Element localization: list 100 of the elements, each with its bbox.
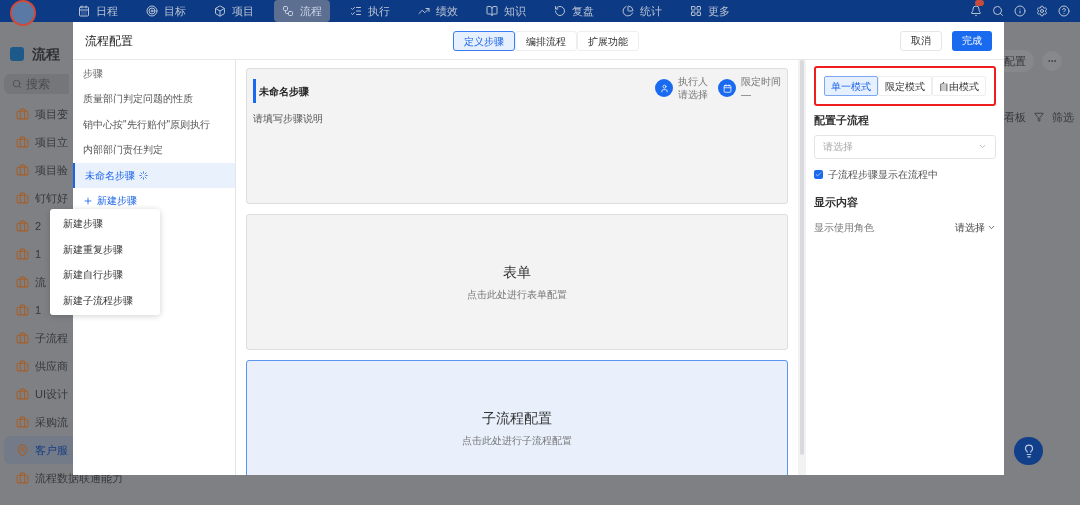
section-title: 子流程配置 bbox=[481, 409, 552, 428]
sidebar-item[interactable]: UI设计 bbox=[4, 380, 70, 408]
sidebar-item[interactable]: 项目立 bbox=[4, 128, 70, 156]
mode-button[interactable]: 单一模式 bbox=[824, 76, 878, 96]
chevron-icon bbox=[987, 223, 996, 232]
briefcase-icon bbox=[16, 387, 29, 401]
search-icon bbox=[12, 79, 22, 89]
chart-icon bbox=[418, 5, 430, 17]
briefcase-icon bbox=[16, 331, 29, 345]
avatar[interactable] bbox=[10, 0, 36, 26]
chevron-icon bbox=[978, 142, 987, 151]
assistant-button[interactable] bbox=[1014, 437, 1043, 465]
tab[interactable]: 扩展功能 bbox=[577, 31, 639, 51]
sidebar-item[interactable]: 2 bbox=[4, 212, 44, 240]
nav-item[interactable]: 更多 bbox=[682, 0, 738, 22]
help-icon[interactable] bbox=[1058, 5, 1070, 17]
pie-chart-icon bbox=[622, 5, 634, 17]
briefcase-icon bbox=[16, 163, 29, 177]
pin-icon bbox=[16, 443, 29, 457]
sidebar-item[interactable]: 项目变 bbox=[4, 100, 70, 128]
checkbox[interactable] bbox=[814, 169, 823, 179]
tab[interactable]: 定义步骤 bbox=[453, 31, 515, 51]
briefcase-icon bbox=[16, 471, 29, 485]
cube-icon bbox=[214, 5, 226, 17]
checkbox-label: 子流程步骤显示在流程中 bbox=[828, 167, 938, 182]
section-title: 表单 bbox=[502, 263, 531, 282]
person-icon bbox=[655, 79, 673, 97]
sidebar-title: 流程 bbox=[32, 44, 60, 64]
sidebar-item[interactable]: 项目验 bbox=[4, 156, 70, 184]
field-label: 执行人 bbox=[678, 75, 708, 88]
info-icon[interactable] bbox=[1014, 5, 1026, 17]
menu-item[interactable]: 新建重复步骤 bbox=[50, 236, 160, 262]
role-label: 显示使用角色 bbox=[814, 221, 874, 235]
briefcase-icon bbox=[16, 359, 29, 373]
plus-icon bbox=[83, 195, 93, 206]
sidebar-item[interactable]: 钉钉好 bbox=[4, 184, 70, 212]
menu-item[interactable]: 新建自行步骤 bbox=[50, 262, 160, 288]
sidebar-item[interactable]: 供应商 bbox=[4, 352, 70, 380]
config-button[interactable]: 配置 bbox=[1004, 50, 1034, 72]
nav-item[interactable]: 项目 bbox=[206, 0, 262, 22]
calendar-icon bbox=[78, 5, 90, 17]
add-step-button[interactable]: 新建步骤 bbox=[73, 188, 147, 213]
section-hint: 点击此处进行表单配置 bbox=[466, 288, 567, 302]
briefcase-icon bbox=[16, 191, 29, 205]
nav-item[interactable]: 执行 bbox=[342, 0, 398, 22]
rotate-icon bbox=[554, 5, 566, 17]
target-icon bbox=[146, 5, 158, 17]
book-icon bbox=[486, 5, 498, 17]
section-hint: 点击此处进行子流程配置 bbox=[461, 434, 572, 448]
briefcase-icon bbox=[16, 247, 29, 261]
sidebar-item[interactable]: 流 bbox=[4, 268, 48, 296]
menu-item[interactable]: 新建子流程步骤 bbox=[50, 287, 160, 313]
step-card[interactable]: 未命名步骤 执行人 请选择 限定时间 — 请填写步骤说明 bbox=[245, 68, 788, 204]
config-section[interactable]: 表单 点击此处进行表单配置 bbox=[245, 214, 788, 350]
step-item[interactable]: 销中心按"先行赔付"原则执行 bbox=[73, 111, 235, 137]
done-button[interactable]: 完成 bbox=[952, 30, 992, 51]
step-item[interactable]: 未命名步骤 bbox=[73, 162, 235, 188]
nav-item[interactable]: 统计 bbox=[614, 0, 670, 22]
section-heading: 配置子流程 bbox=[814, 113, 870, 128]
nav-item[interactable]: 绩效 bbox=[410, 0, 466, 22]
sidebar-item[interactable]: 采购流 bbox=[4, 408, 70, 436]
list-icon bbox=[350, 5, 362, 17]
filter-label[interactable]: 筛选 bbox=[1052, 109, 1074, 126]
step-description-field[interactable]: 请填写步骤说明 bbox=[252, 111, 781, 126]
section-heading: 显示内容 bbox=[814, 194, 859, 210]
step-item[interactable]: 质量部门判定问题的性质 bbox=[73, 86, 235, 112]
flow-icon bbox=[282, 5, 294, 17]
sidebar-item[interactable]: 1 bbox=[4, 296, 44, 324]
menu-item[interactable]: 新建步骤 bbox=[50, 211, 160, 237]
mode-button[interactable]: 限定模式 bbox=[878, 76, 932, 96]
dialog-title: 流程配置 bbox=[85, 32, 133, 50]
mode-button[interactable]: 自由模式 bbox=[932, 76, 986, 96]
loading-icon bbox=[139, 170, 148, 180]
briefcase-icon bbox=[16, 303, 29, 317]
nav-item[interactable]: 目标 bbox=[138, 0, 194, 22]
role-select[interactable]: 请选择 bbox=[955, 220, 996, 235]
field-label: 限定时间 bbox=[741, 75, 781, 88]
board-view-label[interactable]: 看板 bbox=[1004, 109, 1026, 126]
briefcase-icon bbox=[16, 219, 29, 233]
filter-icon[interactable] bbox=[1034, 112, 1044, 123]
briefcase-icon bbox=[16, 275, 29, 289]
search-icon[interactable] bbox=[992, 5, 1004, 17]
step-card-title: 未命名步骤 bbox=[252, 79, 309, 103]
step-item[interactable]: 内部部门责任判定 bbox=[73, 137, 235, 163]
bell-icon[interactable] bbox=[970, 5, 982, 17]
sidebar-item[interactable]: 子流程 bbox=[4, 324, 70, 352]
nav-item[interactable]: 知识 bbox=[478, 0, 534, 22]
nav-item[interactable]: 复盘 bbox=[546, 0, 602, 22]
nav-item[interactable]: 日程 bbox=[70, 0, 126, 22]
calendar-icon bbox=[718, 79, 736, 97]
config-section[interactable]: 子流程配置 点击此处进行子流程配置 bbox=[245, 360, 788, 475]
cancel-button[interactable]: 取消 bbox=[900, 30, 942, 51]
app-logo-icon bbox=[10, 47, 24, 61]
sidebar-item[interactable]: 1 bbox=[4, 240, 44, 268]
field-value[interactable]: — bbox=[741, 88, 781, 101]
tab[interactable]: 编排流程 bbox=[515, 31, 577, 51]
settings-icon[interactable] bbox=[1036, 5, 1048, 17]
briefcase-icon bbox=[16, 415, 29, 429]
nav-item[interactable]: 流程 bbox=[274, 0, 330, 22]
steps-header: 步骤 bbox=[82, 66, 104, 81]
